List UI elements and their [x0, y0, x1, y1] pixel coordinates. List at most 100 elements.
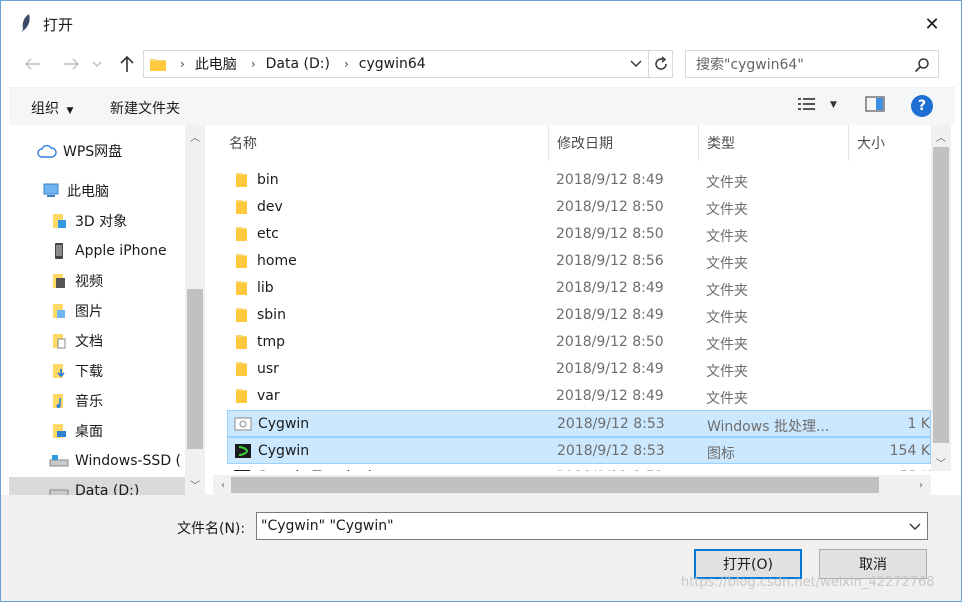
nav-item-label: 桌面 [75, 424, 103, 440]
refresh-button[interactable] [648, 51, 672, 77]
recent-locations-button[interactable] [89, 51, 105, 77]
folder-icon [233, 388, 251, 404]
file-row[interactable]: tmp 2018/9/12 8:50 文件夹 [227, 329, 931, 356]
chevron-right-icon: › [250, 57, 256, 71]
navigation-pane-scrollbar[interactable]: ︿ ﹀ [185, 125, 205, 495]
new-folder-button[interactable]: 新建文件夹 [110, 98, 180, 118]
folder-icon [233, 253, 251, 269]
computer-icon [41, 182, 61, 200]
file-date: 2018/9/12 8:49 [556, 307, 664, 323]
forward-button[interactable] [59, 51, 83, 77]
file-type: 文件夹 [706, 175, 748, 191]
chevron-up-icon: ︿ [936, 132, 946, 144]
nav-item-3d-objects[interactable]: 3D 对象 [49, 207, 127, 235]
open-file-dialog: 打开 ✕ › 此电脑 › Data (D:) › cygwin64 搜索"cyg… [0, 0, 962, 602]
organize-label: 组织 [31, 101, 59, 117]
breadcrumb-this-pc[interactable]: 此电脑 [195, 54, 237, 74]
back-button[interactable] [21, 51, 45, 77]
file-type: 文件夹 [706, 364, 748, 380]
batch-file-icon [234, 416, 252, 432]
nav-item-downloads[interactable]: 下载 [49, 357, 103, 385]
file-size: 1 K [907, 416, 930, 432]
chevron-down-icon: ﹀ [190, 480, 200, 492]
folder-icon [233, 361, 251, 377]
chevron-right-icon: › [919, 479, 923, 491]
scrollbar-thumb[interactable] [231, 477, 879, 493]
close-button[interactable]: ✕ [917, 9, 947, 39]
file-date: 2018/9/12 8:50 [556, 226, 664, 242]
scroll-right-button[interactable]: › [911, 476, 931, 494]
file-name: dev [257, 199, 283, 215]
caret-down-icon: ▼ [66, 106, 74, 116]
organize-button[interactable]: 组织 ▼ [31, 98, 73, 118]
file-row[interactable]: Cygwin Terminal 2018/9/12 8:53 图标 53 K [227, 464, 931, 471]
search-input[interactable]: 搜索"cygwin64" [685, 50, 939, 78]
scroll-left-button[interactable]: ‹ [213, 476, 233, 494]
file-type: Windows 批处理... [707, 419, 830, 435]
file-row[interactable]: home 2018/9/12 8:56 文件夹 [227, 248, 931, 275]
nav-item-data-drive[interactable]: Data (D:) [9, 477, 185, 495]
close-icon: ✕ [924, 13, 940, 35]
nav-item-apple-iphone[interactable]: Apple iPhone [49, 237, 167, 265]
address-dropdown-button[interactable] [630, 56, 642, 72]
file-date: 2018/9/12 8:49 [556, 280, 664, 296]
column-header-type[interactable]: 类型 [699, 125, 849, 161]
file-type: 图标 [706, 469, 734, 471]
column-header-label: 修改日期 [557, 136, 613, 152]
folder-icon [233, 199, 251, 215]
file-list-scrollbar[interactable]: ︿ ﹀ [931, 125, 951, 471]
chevron-right-icon: › [343, 57, 349, 71]
file-list-horizontal-scrollbar[interactable]: ‹ › [213, 475, 931, 495]
nav-item-windows-ssd[interactable]: Windows-SSD ( [49, 447, 181, 475]
file-row[interactable]: etc 2018/9/12 8:50 文件夹 [227, 221, 931, 248]
scroll-up-button[interactable]: ︿ [185, 127, 205, 145]
up-button[interactable] [115, 51, 139, 77]
window-title: 打开 [43, 16, 74, 34]
file-type: 文件夹 [706, 337, 748, 353]
caret-down-icon[interactable]: ▼ [830, 100, 837, 110]
nav-item-label: WPS网盘 [63, 144, 123, 160]
file-row[interactable]: usr 2018/9/12 8:49 文件夹 [227, 356, 931, 383]
file-row[interactable]: Cygwin 2018/9/12 8:53 Windows 批处理... 1 K [227, 410, 931, 437]
nav-item-this-pc[interactable]: 此电脑 [41, 177, 109, 205]
folder-icon [233, 226, 251, 242]
nav-item-music[interactable]: 音乐 [49, 387, 103, 415]
filename-input[interactable]: "Cygwin" "Cygwin" [256, 512, 928, 540]
breadcrumb-data-drive[interactable]: Data (D:) [266, 56, 330, 72]
nav-item-label: 音乐 [75, 394, 103, 410]
help-button[interactable]: ? [911, 95, 933, 117]
nav-item-videos[interactable]: 视频 [49, 267, 103, 295]
dialog-footer: 文件名(N): "Cygwin" "Cygwin" 打开(O) 取消 https… [1, 495, 961, 601]
nav-item-wps-drive[interactable]: WPS网盘 [37, 137, 122, 165]
file-row[interactable]: bin 2018/9/12 8:49 文件夹 [227, 167, 931, 194]
scrollbar-thumb[interactable] [933, 147, 949, 443]
column-header-name[interactable]: 名称 ^ [221, 125, 549, 161]
scroll-down-button[interactable]: ﹀ [931, 453, 951, 471]
file-date: 2018/9/12 8:53 [556, 469, 664, 471]
nav-item-documents[interactable]: 文档 [49, 327, 103, 355]
sort-ascending-icon: ^ [381, 125, 390, 132]
nav-item-desktop[interactable]: 桌面 [49, 417, 103, 445]
scrollbar-thumb[interactable] [187, 289, 203, 449]
preview-pane-button[interactable] [865, 96, 885, 116]
file-row[interactable]: Cygwin 2018/9/12 8:53 图标 154 K [227, 437, 931, 464]
file-row[interactable]: dev 2018/9/12 8:50 文件夹 [227, 194, 931, 221]
column-header-size[interactable]: 大小 [849, 125, 931, 161]
file-row[interactable]: sbin 2018/9/12 8:49 文件夹 [227, 302, 931, 329]
file-type: 图标 [707, 446, 735, 462]
file-row[interactable]: var 2018/9/12 8:49 文件夹 [227, 383, 931, 410]
scroll-up-button[interactable]: ︿ [931, 127, 951, 145]
file-date: 2018/9/12 8:50 [556, 334, 664, 350]
view-options-button[interactable] [797, 96, 817, 116]
address-bar[interactable]: › 此电脑 › Data (D:) › cygwin64 [143, 50, 673, 78]
file-list: 名称 ^ 修改日期 类型 大小 bin 2018/9/12 8:49 文件夹 dev 2… [213, 125, 931, 471]
column-header-date[interactable]: 修改日期 [549, 125, 699, 161]
filename-dropdown-button[interactable] [909, 519, 921, 535]
scroll-down-button[interactable]: ﹀ [185, 475, 205, 493]
nav-item-label: 视频 [75, 274, 103, 290]
nav-item-pictures[interactable]: 图片 [49, 297, 103, 325]
3d-objects-icon [49, 212, 69, 230]
file-date: 2018/9/12 8:53 [557, 416, 665, 432]
file-row[interactable]: lib 2018/9/12 8:49 文件夹 [227, 275, 931, 302]
breadcrumb-cygwin64[interactable]: cygwin64 [359, 56, 426, 72]
